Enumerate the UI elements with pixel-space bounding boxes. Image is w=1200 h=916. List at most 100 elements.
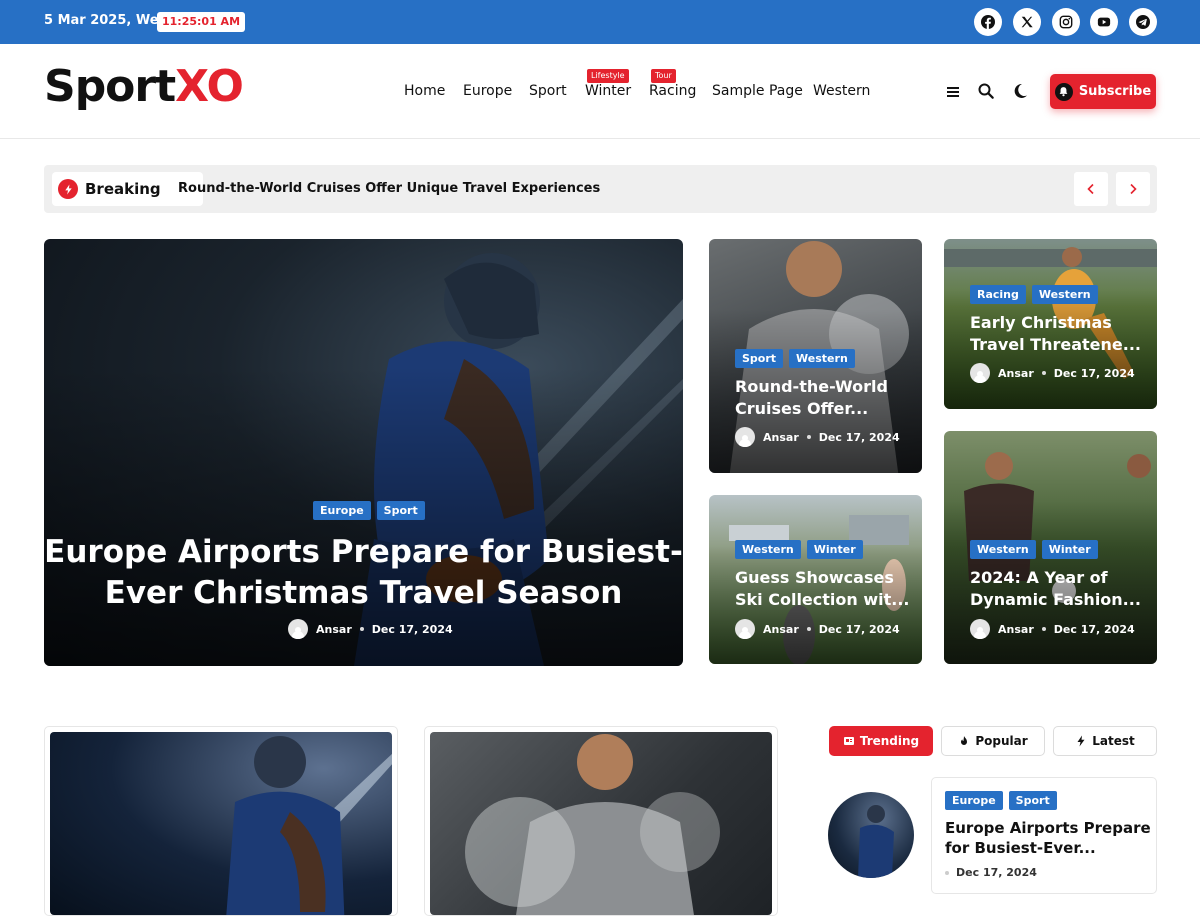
post-title[interactable]: Early Christmas Travel Threatene... xyxy=(970,312,1141,356)
menu-icon[interactable] xyxy=(944,82,962,100)
post-tags: Western Winter xyxy=(970,540,1098,559)
bolt-icon xyxy=(1077,735,1085,747)
post-date: Dec 17, 2024 xyxy=(1053,622,1135,636)
nav-europe[interactable]: Europe xyxy=(463,83,512,99)
lightning-icon xyxy=(58,179,78,199)
telegram-icon[interactable] xyxy=(1129,8,1157,36)
author-avatar xyxy=(970,363,990,383)
tab-label: Popular xyxy=(975,734,1028,748)
search-icon[interactable] xyxy=(977,82,995,100)
post-title[interactable]: 2024: A Year of Dynamic Fashion... xyxy=(970,567,1141,611)
post-tags: Sport Western xyxy=(735,349,855,368)
post-title[interactable]: Guess Showcases Ski Collection wit... xyxy=(735,567,910,611)
post-title-line-2: Dynamic Fashion... xyxy=(970,590,1141,609)
post-card[interactable]: Western Winter Guess Showcases Ski Colle… xyxy=(709,495,922,664)
tag-racing[interactable]: Racing xyxy=(970,285,1026,304)
author-name[interactable]: Ansar xyxy=(763,623,799,636)
tag-winter[interactable]: Winter xyxy=(1041,540,1098,559)
nav-racing[interactable]: Racing xyxy=(649,83,696,99)
trending-icon xyxy=(843,737,854,745)
post-card[interactable]: Western Winter 2024: A Year of Dynamic F… xyxy=(944,431,1157,664)
tab-popular[interactable]: Popular xyxy=(941,726,1045,756)
post-card[interactable]: Racing Western Early Christmas Travel Th… xyxy=(944,239,1157,409)
separator-dot xyxy=(359,627,364,631)
hero-title-line-1: Europe Airports Prepare for Busiest- xyxy=(44,534,683,570)
separator-dot xyxy=(806,435,811,439)
chevron-left-icon xyxy=(1087,183,1094,195)
hero-tags: Europe Sport xyxy=(313,501,425,520)
post-meta: Ansar Dec 17, 2024 xyxy=(970,363,1135,383)
bell-icon xyxy=(1054,82,1073,101)
breaking-headline[interactable]: Round-the-World Cruises Offer Unique Tra… xyxy=(178,181,600,196)
youtube-icon[interactable] xyxy=(1090,8,1118,36)
fire-icon xyxy=(961,736,968,745)
hero-title[interactable]: Europe Airports Prepare for Busiest- Eve… xyxy=(44,532,683,614)
hero-title-line-2: Ever Christmas Travel Season xyxy=(104,575,623,611)
post-date: Dec 17, 2024 xyxy=(818,622,900,636)
author-name[interactable]: Ansar xyxy=(998,367,1034,380)
author-avatar xyxy=(970,619,990,639)
tag-western[interactable]: Western xyxy=(789,349,855,368)
author-name[interactable]: Ansar xyxy=(763,431,799,444)
instagram-icon[interactable] xyxy=(1052,8,1080,36)
post-date: Dec 17, 2024 xyxy=(1053,366,1135,380)
separator-dot xyxy=(1041,627,1046,631)
tag-western[interactable]: Western xyxy=(970,540,1036,559)
nav-western[interactable]: Western xyxy=(813,83,870,99)
tag-europe[interactable]: Europe xyxy=(945,791,1003,810)
post-card[interactable]: Sport Western Round-the-World Cruises Of… xyxy=(709,239,922,473)
post-meta: Ansar Dec 17, 2024 xyxy=(735,619,900,639)
hero-card[interactable]: Europe Sport Europe Airports Prepare for… xyxy=(44,239,683,666)
tag-sport[interactable]: Sport xyxy=(376,501,425,520)
tag-europe[interactable]: Europe xyxy=(313,501,371,520)
logo-accent: XO xyxy=(175,61,244,112)
post-card[interactable] xyxy=(424,726,778,916)
tab-label: Latest xyxy=(1092,734,1135,748)
nav-winter[interactable]: Winter xyxy=(585,83,631,99)
trending-meta: Dec 17, 2024 xyxy=(945,866,1037,879)
nav-home[interactable]: Home xyxy=(404,83,445,99)
post-title-line-2: Ski Collection wit... xyxy=(735,590,910,609)
post-title-line-1: 2024: A Year of xyxy=(970,568,1108,587)
tag-western[interactable]: Western xyxy=(1031,285,1098,304)
nav-sample-page[interactable]: Sample Page xyxy=(712,83,803,99)
logo-text: Sport xyxy=(44,61,176,112)
trending-post[interactable]: Europe Sport Europe Airports Prepare for… xyxy=(931,777,1157,894)
dark-mode-icon[interactable] xyxy=(1011,82,1029,100)
breaking-label-text: Breaking xyxy=(85,180,161,198)
subscribe-button[interactable]: Subscribe xyxy=(1050,74,1156,109)
author-name[interactable]: Ansar xyxy=(316,623,352,636)
current-date: 5 Mar 2025, Wed xyxy=(44,13,168,28)
post-date: Dec 17, 2024 xyxy=(956,866,1037,879)
facebook-icon[interactable] xyxy=(974,8,1002,36)
trending-title-line-2: for Busiest-Ever... xyxy=(945,839,1096,857)
tag-western[interactable]: Western xyxy=(735,540,801,559)
author-name[interactable]: Ansar xyxy=(998,623,1034,636)
post-meta: Ansar Dec 17, 2024 xyxy=(970,619,1135,639)
post-title-line-1: Early Christmas xyxy=(970,313,1112,332)
tab-latest[interactable]: Latest xyxy=(1053,726,1157,756)
tag-sport[interactable]: Sport xyxy=(1008,791,1057,810)
separator-dot xyxy=(1041,371,1046,375)
post-tags: Europe Sport xyxy=(945,791,1057,810)
post-tags: Western Winter xyxy=(735,540,863,559)
prev-button[interactable] xyxy=(1074,172,1108,206)
trending-thumbnail[interactable] xyxy=(828,792,914,878)
trending-title[interactable]: Europe Airports Prepare for Busiest-Ever… xyxy=(945,818,1151,858)
post-card[interactable] xyxy=(44,726,398,916)
author-avatar xyxy=(288,619,308,639)
tag-winter[interactable]: Winter xyxy=(806,540,863,559)
next-button[interactable] xyxy=(1116,172,1150,206)
post-title[interactable]: Round-the-World Cruises Offer... xyxy=(735,376,888,420)
breaking-news-bar: Breaking Round-the-World Cruises Offer U… xyxy=(44,165,1157,213)
subscribe-label: Subscribe xyxy=(1078,84,1152,99)
nav-sport[interactable]: Sport xyxy=(529,83,567,99)
post-meta: Ansar Dec 17, 2024 xyxy=(735,427,900,447)
post-date: Dec 17, 2024 xyxy=(818,430,900,444)
tab-trending[interactable]: Trending xyxy=(829,726,933,756)
site-logo[interactable]: SportXO xyxy=(44,61,244,112)
post-image xyxy=(430,732,772,915)
x-icon[interactable] xyxy=(1013,8,1041,36)
chevron-right-icon xyxy=(1130,183,1137,195)
tag-sport[interactable]: Sport xyxy=(735,349,784,368)
